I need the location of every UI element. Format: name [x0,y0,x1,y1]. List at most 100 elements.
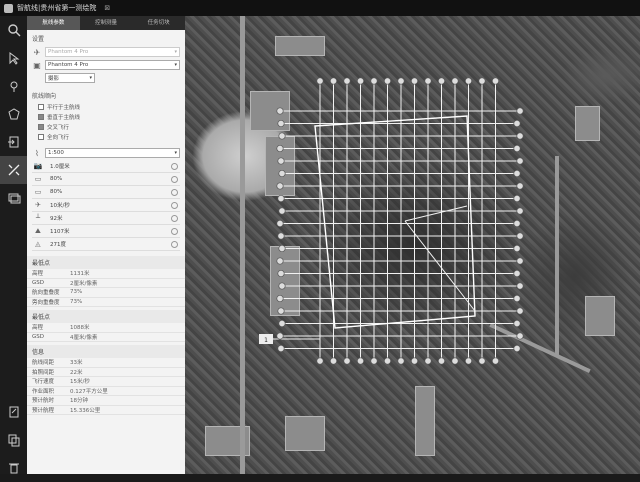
point-tool[interactable] [0,72,27,100]
check-parallel[interactable]: 平行于主航线 [32,102,180,112]
waypoint-marker[interactable] [516,132,524,140]
waypoint-marker[interactable] [276,332,284,340]
waypoint-marker[interactable] [478,77,486,85]
waypoint-marker[interactable] [356,357,365,365]
check-cross[interactable]: 交叉飞行 [32,122,180,132]
waypoint-marker[interactable] [464,77,473,85]
waypoint-marker[interactable] [451,77,459,85]
mode-select[interactable]: 摄影 ▾ [45,73,95,83]
setting-gsd[interactable]: 📷 1.0厘米 [32,160,180,173]
checkbox[interactable] [38,124,44,130]
waypoint-marker[interactable] [437,357,446,365]
waypoint-marker[interactable] [316,77,324,85]
setting-side-overlap[interactable]: ▭ 80% [32,186,180,199]
checkbox[interactable] [38,104,44,110]
waypoint-marker[interactable] [513,169,521,178]
waypoint-marker[interactable] [464,357,473,365]
waypoint-marker[interactable] [278,282,286,290]
waypoint-marker[interactable] [278,207,286,215]
waypoint-marker[interactable] [383,357,392,365]
waypoint-marker[interactable] [329,77,338,85]
waypoint-marker[interactable] [516,182,524,190]
check-perpendicular[interactable]: 垂直于主航线 [32,112,180,122]
waypoint-marker[interactable] [276,219,284,228]
waypoint-marker[interactable] [513,244,521,253]
route-edit-tool[interactable] [0,156,27,184]
waypoint-marker[interactable] [516,307,524,315]
adjust-knob-icon[interactable] [171,201,178,209]
waypoint-marker[interactable] [516,257,524,265]
waypoint-marker[interactable] [516,332,524,340]
delete-tool[interactable] [0,454,27,482]
waypoint-marker[interactable] [278,319,286,328]
waypoint-marker[interactable] [491,77,500,85]
waypoint-marker[interactable] [516,207,524,215]
setting-forward-overlap[interactable]: ▭ 80% [32,173,180,186]
aircraft-select[interactable]: Phantom 4 Pro ▾ [45,47,180,57]
survey-area-polygon[interactable] [314,115,476,329]
copy-tool[interactable] [0,426,27,454]
waypoint-marker[interactable] [424,357,432,365]
adjust-knob-icon[interactable] [171,188,178,196]
close-icon[interactable]: ⊠ [104,4,110,12]
waypoint-marker[interactable] [329,357,338,365]
setting-speed[interactable]: ✈ 10米/秒 [32,199,180,212]
layers-tool[interactable] [0,184,27,212]
check-omni[interactable]: 全向飞行 [32,132,180,142]
waypoint-marker[interactable] [277,232,285,240]
waypoint-marker[interactable] [451,357,459,365]
waypoint-marker[interactable] [513,194,521,203]
waypoint-marker[interactable] [370,77,378,85]
adjust-knob-icon[interactable] [171,214,178,222]
satellite-map[interactable]: 1 [185,16,640,474]
scale-select[interactable]: 1:500 ▾ [45,148,180,158]
waypoint-marker[interactable] [424,77,432,85]
polygon-tool[interactable] [0,100,27,128]
setting-heading[interactable]: ◬ 271度 [32,238,180,251]
waypoint-marker[interactable] [383,77,392,85]
checkbox[interactable] [38,134,44,140]
waypoint-marker[interactable] [276,294,284,303]
waypoint-marker[interactable] [513,219,521,228]
tab-route-params[interactable]: 航线参数 [27,16,80,30]
export-tool[interactable] [0,398,27,426]
waypoint-marker[interactable] [277,157,285,165]
waypoint-marker[interactable] [278,132,286,140]
waypoint-marker[interactable] [276,257,284,265]
waypoint-marker[interactable] [410,77,419,85]
waypoint-marker[interactable] [276,182,284,190]
waypoint-marker[interactable] [278,244,286,253]
waypoint-marker[interactable] [516,232,524,240]
tab-control-survey[interactable]: 控制测量 [80,16,133,30]
waypoint-marker[interactable] [516,157,524,165]
waypoint-marker[interactable] [478,357,486,365]
waypoint-marker[interactable] [513,344,521,353]
waypoint-marker[interactable] [491,357,500,365]
waypoint-marker[interactable] [516,107,524,115]
waypoint-marker[interactable] [437,77,446,85]
waypoint-marker[interactable] [343,357,351,365]
waypoint-marker[interactable] [397,77,405,85]
search-tool[interactable] [0,16,27,44]
adjust-knob-icon[interactable] [171,227,178,235]
waypoint-marker[interactable] [370,357,378,365]
waypoint-marker[interactable] [397,357,405,365]
waypoint-marker[interactable] [513,294,521,303]
setting-altitude[interactable]: ┴ 92米 [32,212,180,225]
tab-task-split[interactable]: 任务切块 [132,16,185,30]
waypoint-marker[interactable] [276,144,284,153]
waypoint-marker[interactable] [513,269,521,278]
import-tool[interactable] [0,128,27,156]
waypoint-marker[interactable] [410,357,419,365]
camera-select[interactable]: Phantom 4 Pro ▾ [45,60,180,70]
waypoint-marker[interactable] [513,119,521,128]
checkbox[interactable] [38,114,44,120]
waypoint-marker[interactable] [276,107,284,115]
adjust-knob-icon[interactable] [171,162,178,170]
waypoint-marker[interactable] [513,144,521,153]
select-tool[interactable] [0,44,27,72]
waypoint-marker[interactable] [316,357,324,365]
adjust-knob-icon[interactable] [171,175,178,183]
waypoint-marker[interactable] [277,119,285,128]
waypoint-marker[interactable] [278,169,286,178]
